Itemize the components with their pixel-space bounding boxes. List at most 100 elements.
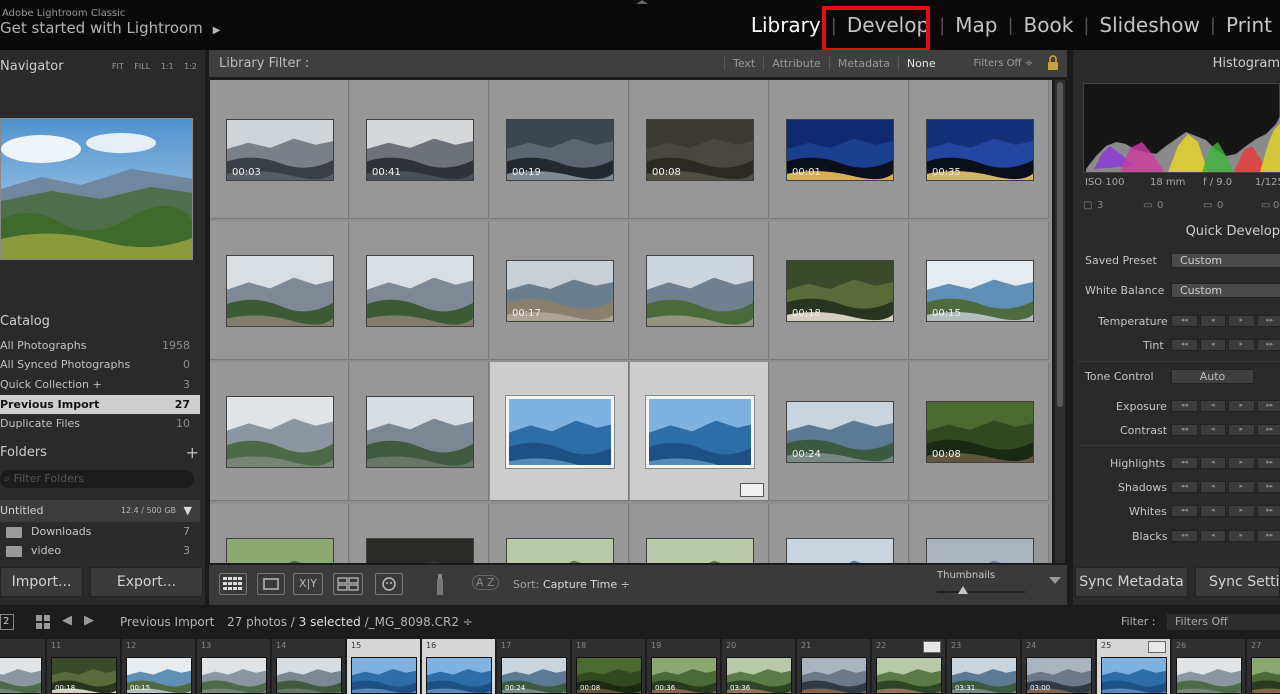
filmstrip-thumbnail[interactable] xyxy=(0,657,42,694)
catalog-item[interactable]: Quick Collection + 3 xyxy=(0,375,200,394)
module-map[interactable]: Map xyxy=(947,13,1005,37)
photo-thumbnail[interactable]: 00:35 xyxy=(926,119,1034,181)
filter-none[interactable]: None xyxy=(897,57,944,70)
highlights-steppers[interactable]: ◂◂ ◂ ▸ ▸▸ xyxy=(1171,457,1280,469)
tint-steppers[interactable]: ◂◂ ◂ ▸ ▸▸ xyxy=(1171,339,1280,351)
navigator-preview[interactable] xyxy=(0,118,193,260)
grid-cell[interactable] xyxy=(630,362,769,501)
compare-view-icon[interactable]: X|Y xyxy=(293,573,323,595)
grid-cell[interactable]: 00:15 xyxy=(910,221,1049,360)
collapse-triangle-icon[interactable]: ▼ xyxy=(184,500,192,522)
grid-cell[interactable]: 00:24 xyxy=(770,362,909,501)
grid-cell[interactable]: 00:08 xyxy=(630,80,769,219)
filmstrip-thumbnail[interactable] xyxy=(876,657,942,694)
grid-scrollbar[interactable] xyxy=(1055,80,1065,563)
grid-cell[interactable] xyxy=(210,221,349,360)
module-library[interactable]: Library xyxy=(743,13,829,37)
filmstrip-thumbnail[interactable] xyxy=(426,657,492,694)
forward-arrow-icon[interactable]: ▶ xyxy=(84,613,94,628)
filmstrip-thumbnail[interactable] xyxy=(1101,657,1167,694)
photo-thumbnail[interactable] xyxy=(366,255,474,327)
contrast-steppers[interactable]: ◂◂ ◂ ▸ ▸▸ xyxy=(1171,424,1280,436)
photo-thumbnail[interactable]: 00:03 xyxy=(226,119,334,181)
filmstrip-thumbnail[interactable] xyxy=(1251,657,1280,694)
grid-cell[interactable]: 00:01 xyxy=(770,80,909,219)
photo-thumbnail[interactable]: 00:17 xyxy=(506,260,614,322)
grid-cell[interactable]: 00:18 xyxy=(770,221,909,360)
thumbnail-size-slider[interactable] xyxy=(937,591,1025,593)
back-arrow-icon[interactable]: ◀ xyxy=(62,613,72,628)
filter-folders-input[interactable]: ⌕ Filter Folders xyxy=(0,470,194,488)
lock-icon[interactable] xyxy=(1047,55,1059,70)
painter-spray-can-icon[interactable] xyxy=(433,571,447,597)
grid-cell[interactable]: 00:35 xyxy=(910,80,1049,219)
histogram[interactable] xyxy=(1083,83,1280,173)
people-view-icon[interactable] xyxy=(375,573,403,595)
filmstrip-cell[interactable]: 13 xyxy=(197,639,271,694)
brush-icon[interactable]: ▭ xyxy=(1261,200,1270,211)
module-slideshow[interactable]: Slideshow xyxy=(1091,13,1208,37)
photo-thumbnail[interactable] xyxy=(226,396,334,468)
import-button[interactable]: Import... xyxy=(0,567,83,597)
filter-attribute[interactable]: Attribute xyxy=(763,57,829,70)
grid-cell[interactable]: 00:41 xyxy=(350,80,489,219)
white-balance-dropdown[interactable]: Custom xyxy=(1171,283,1280,298)
filmstrip-cell[interactable]: 24 03:00 xyxy=(1022,639,1096,694)
filmstrip-cell[interactable]: 23 03:31 xyxy=(947,639,1021,694)
filmstrip-thumbnail[interactable]: 00:36 xyxy=(651,657,717,694)
metadata-badge-icon[interactable] xyxy=(740,483,764,497)
survey-view-icon[interactable] xyxy=(333,573,363,595)
add-folder-icon[interactable]: + xyxy=(186,439,199,466)
sync-metadata-button[interactable]: Sync Metadata xyxy=(1075,567,1188,597)
navigator-header[interactable]: Navigator FIT FILL 1:1 1:2 xyxy=(0,53,205,80)
filmstrip-thumbnail[interactable] xyxy=(801,657,867,694)
filmstrip-cell[interactable]: 19 00:36 xyxy=(647,639,721,694)
quick-develop-header[interactable]: Quick Develop xyxy=(1073,224,1280,239)
folder-row[interactable]: Downloads 7 xyxy=(0,522,200,542)
grid-cell[interactable] xyxy=(210,504,349,563)
filmstrip-cell[interactable]: 16 xyxy=(422,639,496,694)
filmstrip-thumbnail[interactable] xyxy=(351,657,417,694)
filmstrip-cell[interactable]: 20 03:36 xyxy=(722,639,796,694)
photo-thumbnail[interactable] xyxy=(226,538,334,563)
export-button[interactable]: Export... xyxy=(90,567,203,597)
catalog-item[interactable]: Duplicate Files 10 xyxy=(0,414,200,433)
filmstrip-cell[interactable]: 22 xyxy=(872,639,946,694)
photo-thumbnail[interactable] xyxy=(646,396,754,468)
grid-cell[interactable]: 00:19 xyxy=(490,80,629,219)
grid-cell[interactable] xyxy=(770,504,909,563)
sync-settings-button[interactable]: Sync Settings xyxy=(1195,567,1280,597)
sort-direction-icon[interactable]: A Z xyxy=(472,575,499,590)
filmstrip-cell[interactable]: 25 xyxy=(1097,639,1171,694)
photo-thumbnail[interactable]: 00:18 xyxy=(786,260,894,322)
photo-thumbnail[interactable]: 00:19 xyxy=(506,119,614,181)
filmstrip-thumbnail[interactable]: 00:18 xyxy=(51,657,117,694)
saved-preset-dropdown[interactable]: Custom xyxy=(1171,253,1280,268)
photo-thumbnail[interactable]: 00:08 xyxy=(646,119,754,181)
filmstrip-thumbnail[interactable]: 03:36 xyxy=(726,657,792,694)
grid-cell[interactable] xyxy=(350,221,489,360)
filmstrip-thumbnail[interactable]: 00:15 xyxy=(126,657,192,694)
grid-cell[interactable] xyxy=(490,504,629,563)
grid-cell[interactable] xyxy=(910,504,1049,563)
filmstrip-thumbnail[interactable]: 00:08 xyxy=(576,657,642,694)
metadata-badge-icon[interactable] xyxy=(1148,641,1166,653)
filmstrip-source[interactable]: Previous Import xyxy=(120,615,214,629)
filter-metadata[interactable]: Metadata xyxy=(828,57,898,70)
grid-cell[interactable]: 00:03 xyxy=(210,80,349,219)
volume-row[interactable]: Untitled 12.4 / 500 GB ▼ xyxy=(0,500,200,522)
catalog-header[interactable]: Catalog xyxy=(0,308,205,335)
toolbar-menu-chevron-icon[interactable] xyxy=(1049,577,1061,584)
filter-text[interactable]: Text xyxy=(724,57,763,70)
photo-thumbnail[interactable]: 00:08 xyxy=(926,401,1034,463)
whites-steppers[interactable]: ◂◂ ◂ ▸ ▸▸ xyxy=(1171,505,1280,517)
crop-icon[interactable]: ▢ xyxy=(1083,200,1092,211)
photo-thumbnail[interactable] xyxy=(646,255,754,327)
module-print[interactable]: Print xyxy=(1218,13,1280,37)
grid-cell[interactable] xyxy=(350,504,489,563)
photo-thumbnail[interactable] xyxy=(366,538,474,563)
grid-cell[interactable] xyxy=(210,362,349,501)
folder-row[interactable]: video 3 xyxy=(0,541,200,561)
scrollbar-thumb[interactable] xyxy=(1057,82,1063,407)
catalog-item[interactable]: All Photographs 1958 xyxy=(0,336,200,355)
